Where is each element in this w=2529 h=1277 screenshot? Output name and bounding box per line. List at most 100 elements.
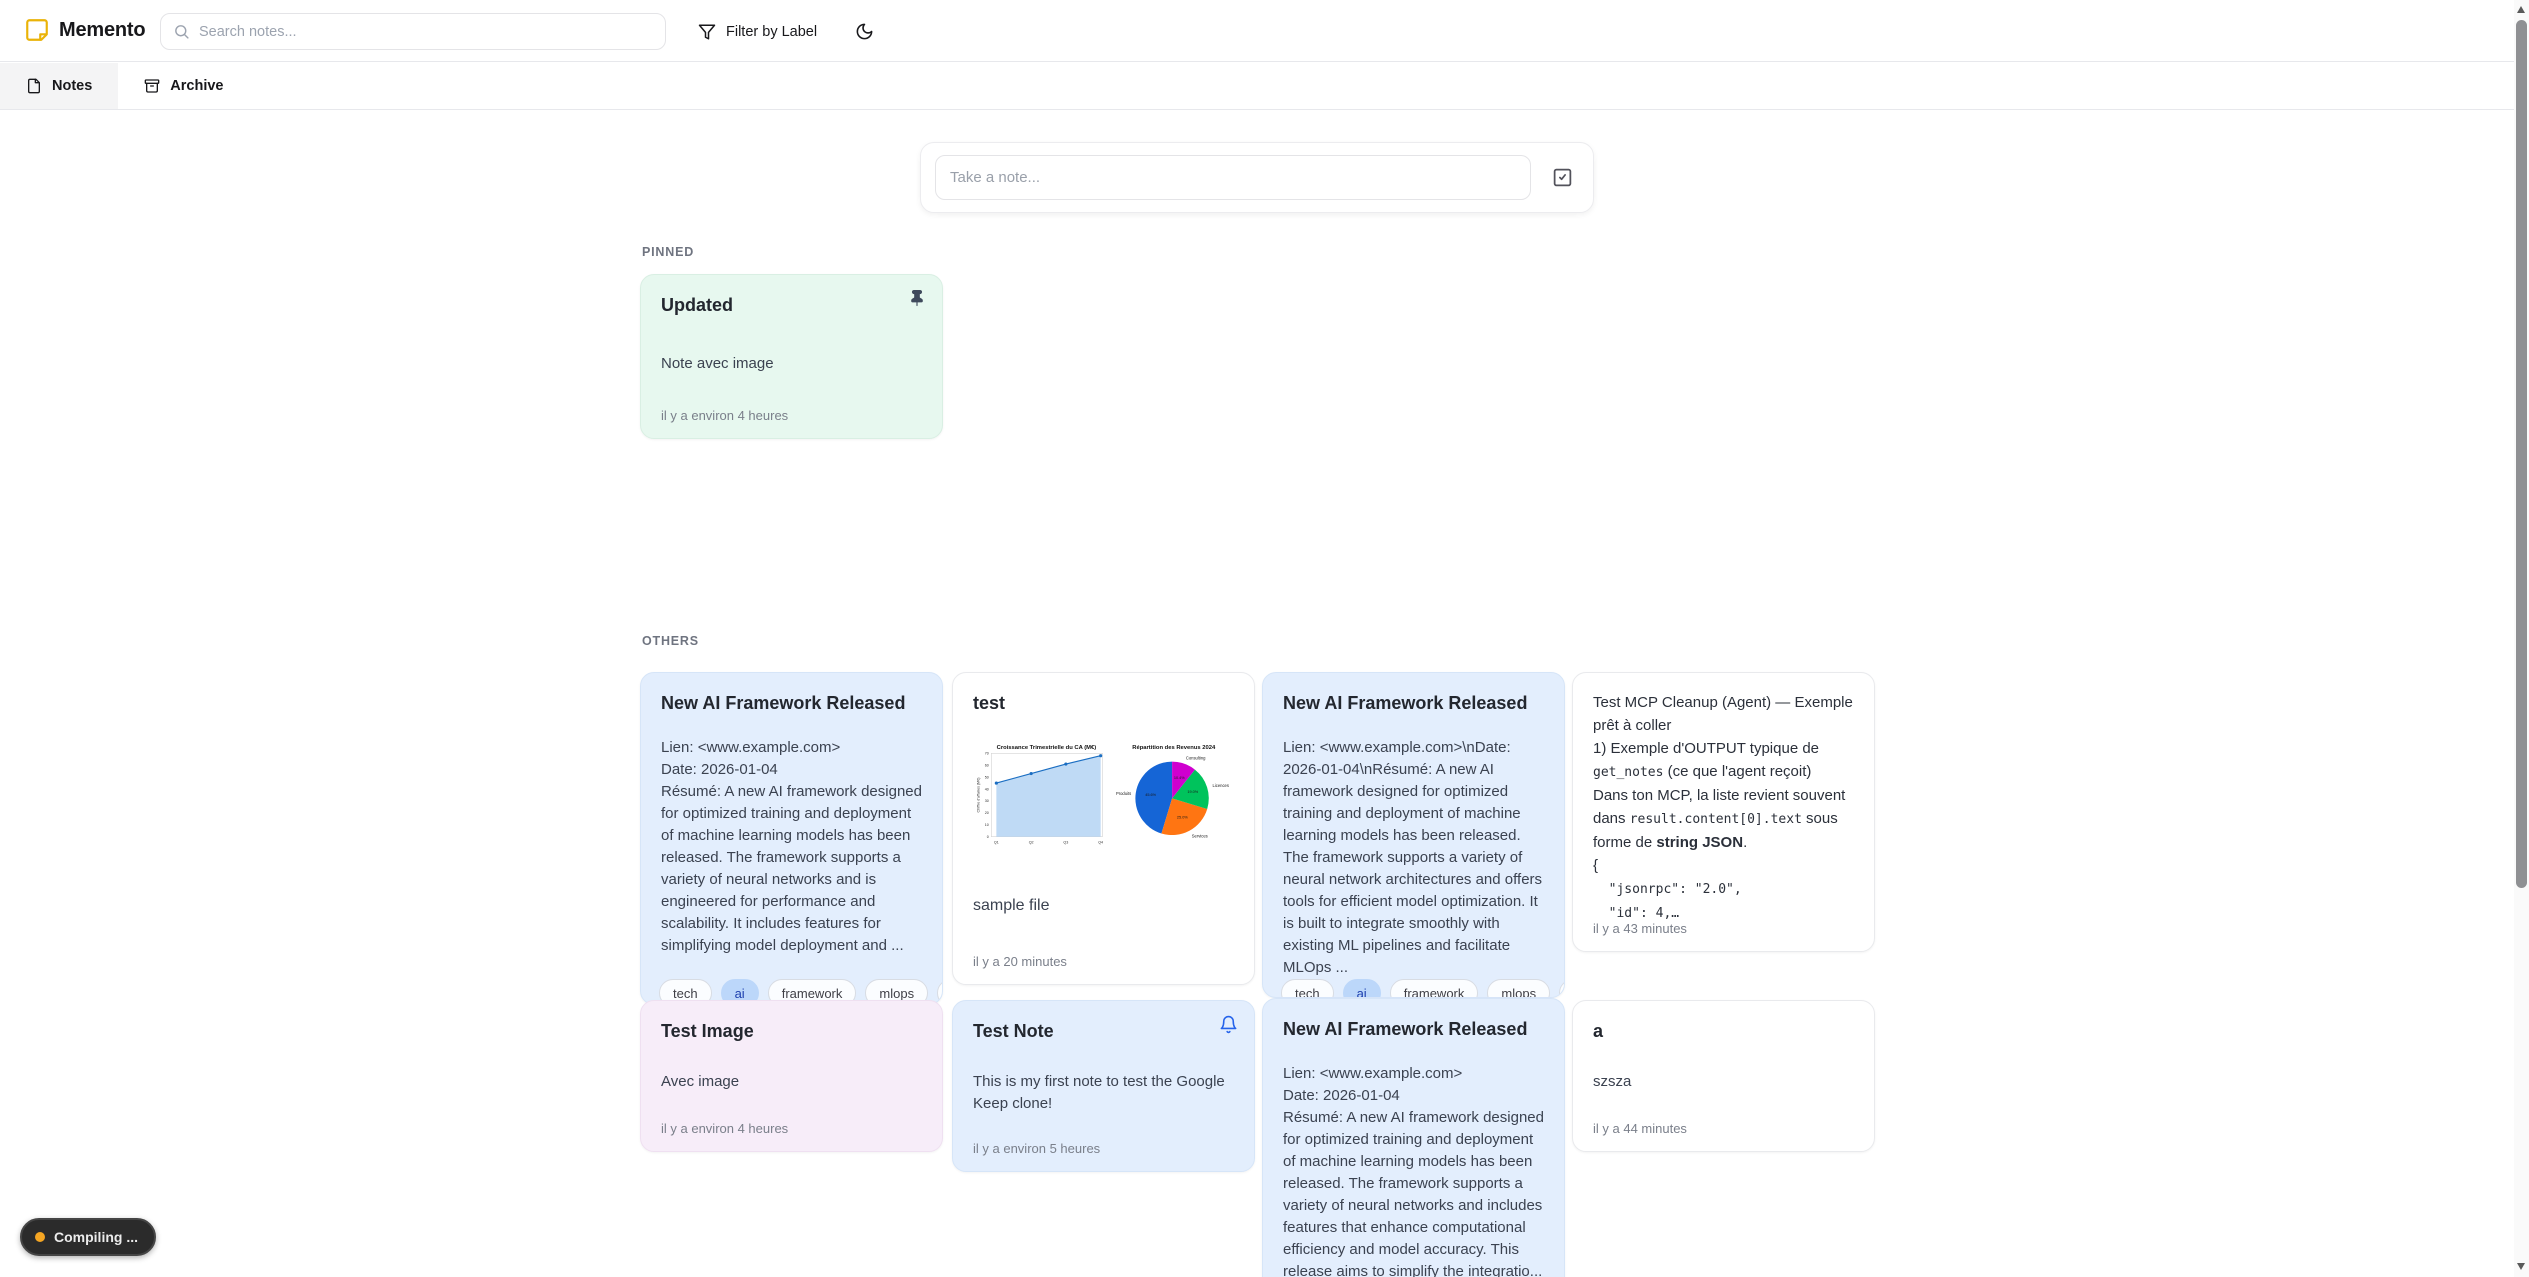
tag-pill: ai xyxy=(1343,979,1381,998)
note-body: This is my first note to test the Google… xyxy=(973,1071,1234,1115)
note-timestamp: il y a 43 minutes xyxy=(1593,921,1687,936)
svg-text:60: 60 xyxy=(985,764,989,768)
search-box xyxy=(160,13,666,50)
tag-list: tech ai framework mlops gpu xyxy=(1281,979,1565,998)
note-timestamp: il y a environ 4 heures xyxy=(661,408,788,423)
compiling-status-label: Compiling ... xyxy=(54,1229,138,1245)
tab-archive-label: Archive xyxy=(170,78,223,94)
pinned-section-label: PINNED xyxy=(642,245,694,259)
tag-pill: tech xyxy=(1281,979,1334,998)
svg-text:Répartition des Revenus 2024: Répartition des Revenus 2024 xyxy=(1132,745,1216,751)
tag-pill: gpu xyxy=(1559,979,1565,998)
svg-text:Q1: Q1 xyxy=(994,840,999,844)
app-header: Memento Filter by Label xyxy=(0,0,2529,62)
funnel-icon xyxy=(698,23,716,41)
svg-text:19.0%: 19.0% xyxy=(1187,790,1198,794)
pin-icon[interactable] xyxy=(908,289,926,312)
tabs-bar: Notes Archive xyxy=(0,63,2529,110)
note-card-test-image[interactable]: Test Image Avec image il y a environ 4 h… xyxy=(640,1000,943,1152)
others-section-label: OTHERS xyxy=(642,634,699,648)
note-body: Lien: <www.example.com>\nDate: 2026-01-0… xyxy=(1283,737,1544,979)
tab-notes[interactable]: Notes xyxy=(0,63,118,109)
note-card-updated[interactable]: Updated Note avec image il y a environ 4… xyxy=(640,274,943,439)
file-icon xyxy=(26,78,42,94)
svg-text:Consulting: Consulting xyxy=(1185,756,1205,761)
vertical-scrollbar[interactable] xyxy=(2514,0,2529,1277)
area-chart-croissance: Croissance Trimestrielle du CA (M€) 0 10… xyxy=(973,729,1107,861)
square-check-icon xyxy=(1552,167,1573,188)
bell-icon[interactable] xyxy=(1219,1015,1238,1039)
page-title: Memento xyxy=(59,19,145,42)
svg-text:10: 10 xyxy=(985,823,989,827)
note-title: Test Note xyxy=(973,1019,1234,1043)
note-body: Avec image xyxy=(661,1071,922,1093)
svg-text:Q2: Q2 xyxy=(1029,840,1034,844)
pie-chart-revenus: Répartition des Revenus 2024 45.6% 25.0%… xyxy=(1107,729,1241,861)
tab-archive[interactable]: Archive xyxy=(118,63,249,109)
svg-text:40: 40 xyxy=(985,787,989,791)
tag-pill: mlops xyxy=(1487,979,1550,998)
filter-by-label-text: Filter by Label xyxy=(726,24,817,40)
note-title: New AI Framework Released xyxy=(661,691,922,715)
compiling-status-badge[interactable]: Compiling ... xyxy=(20,1218,156,1256)
theme-toggle-button[interactable] xyxy=(846,13,883,50)
svg-text:Q4: Q4 xyxy=(1098,840,1103,844)
note-card-test-note[interactable]: Test Note This is my first note to test … xyxy=(952,1000,1255,1172)
note-card-ai-framework-3[interactable]: New AI Framework Released Lien: <www.exa… xyxy=(1262,998,1565,1277)
search-input[interactable] xyxy=(199,24,653,40)
note-title: Test Image xyxy=(661,1019,922,1043)
search-icon xyxy=(173,23,190,40)
note-body: Test MCP Cleanup (Agent) — Exemple prêt … xyxy=(1593,691,1854,925)
scroll-down-arrow-icon[interactable] xyxy=(2517,1263,2525,1270)
svg-text:Croissance Trimestrielle du CA: Croissance Trimestrielle du CA (M€) xyxy=(997,745,1097,751)
note-title: New AI Framework Released xyxy=(1283,1017,1544,1041)
note-card-a[interactable]: a szsza il y a 44 minutes xyxy=(1572,1000,1875,1152)
note-body: szsza xyxy=(1593,1071,1854,1093)
filter-by-label-button[interactable]: Filter by Label xyxy=(688,13,827,50)
note-timestamp: il y a environ 5 heures xyxy=(973,1141,1100,1156)
note-body: Lien: <www.example.com> Date: 2026-01-04… xyxy=(661,737,922,957)
svg-text:20: 20 xyxy=(985,811,989,815)
note-timestamp: il y a environ 4 heures xyxy=(661,1121,788,1136)
sticky-note-icon xyxy=(24,17,50,43)
svg-text:10.4%: 10.4% xyxy=(1173,776,1184,780)
memento-app: Memento Filter by Label xyxy=(0,0,2529,1277)
note-body-text: Test MCP Cleanup (Agent) — Exemple prêt … xyxy=(1593,694,1857,757)
note-timestamp: il y a 44 minutes xyxy=(1593,1121,1687,1136)
moon-icon xyxy=(855,22,874,41)
svg-text:Q3: Q3 xyxy=(1063,840,1068,844)
note-body: Note avec image xyxy=(661,353,922,375)
svg-text:25.0%: 25.0% xyxy=(1176,815,1187,819)
note-card-mcp-cleanup[interactable]: Test MCP Cleanup (Agent) — Exemple prêt … xyxy=(1572,672,1875,952)
note-card-test[interactable]: test Croissance Trimestrielle du CA (M€)… xyxy=(952,672,1255,985)
svg-text:0: 0 xyxy=(987,835,989,839)
note-attachment-image: Croissance Trimestrielle du CA (M€) 0 10… xyxy=(973,729,1240,861)
note-card-ai-framework-2[interactable]: New AI Framework Released Lien: <www.exa… xyxy=(1262,672,1565,998)
note-body-code: "jsonrpc": "2.0", "id": 4,… xyxy=(1593,882,1742,921)
archive-icon xyxy=(144,78,160,94)
tag-pill: framework xyxy=(1390,979,1479,998)
note-body-bold: string JSON xyxy=(1656,834,1743,851)
note-body-code: result.content[0].text xyxy=(1630,812,1802,827)
note-body-code: get_notes xyxy=(1593,765,1663,780)
svg-text:50: 50 xyxy=(985,775,989,779)
tag-pill: gpu xyxy=(937,979,943,1005)
new-checklist-button[interactable] xyxy=(1545,161,1579,195)
svg-text:Services: Services xyxy=(1191,834,1207,839)
svg-text:30: 30 xyxy=(985,799,989,803)
scroll-up-arrow-icon[interactable] xyxy=(2517,6,2525,13)
tab-notes-label: Notes xyxy=(52,78,92,94)
take-a-note-input[interactable] xyxy=(935,155,1531,200)
svg-text:45.6%: 45.6% xyxy=(1145,793,1156,797)
note-body: Lien: <www.example.com> Date: 2026-01-04… xyxy=(1283,1063,1544,1277)
status-dot-icon xyxy=(35,1232,45,1242)
svg-text:Produits: Produits xyxy=(1115,791,1130,796)
note-title: New AI Framework Released xyxy=(1283,691,1544,715)
note-title: Updated xyxy=(661,293,922,317)
note-card-ai-framework-1[interactable]: New AI Framework Released Lien: <www.exa… xyxy=(640,672,943,1005)
note-composer xyxy=(920,142,1594,213)
svg-text:Chiffre d'affaires (M€): Chiffre d'affaires (M€) xyxy=(977,778,981,813)
note-timestamp: il y a 20 minutes xyxy=(973,954,1067,969)
scrollbar-thumb[interactable] xyxy=(2516,20,2527,888)
app-logo: Memento xyxy=(24,17,145,43)
